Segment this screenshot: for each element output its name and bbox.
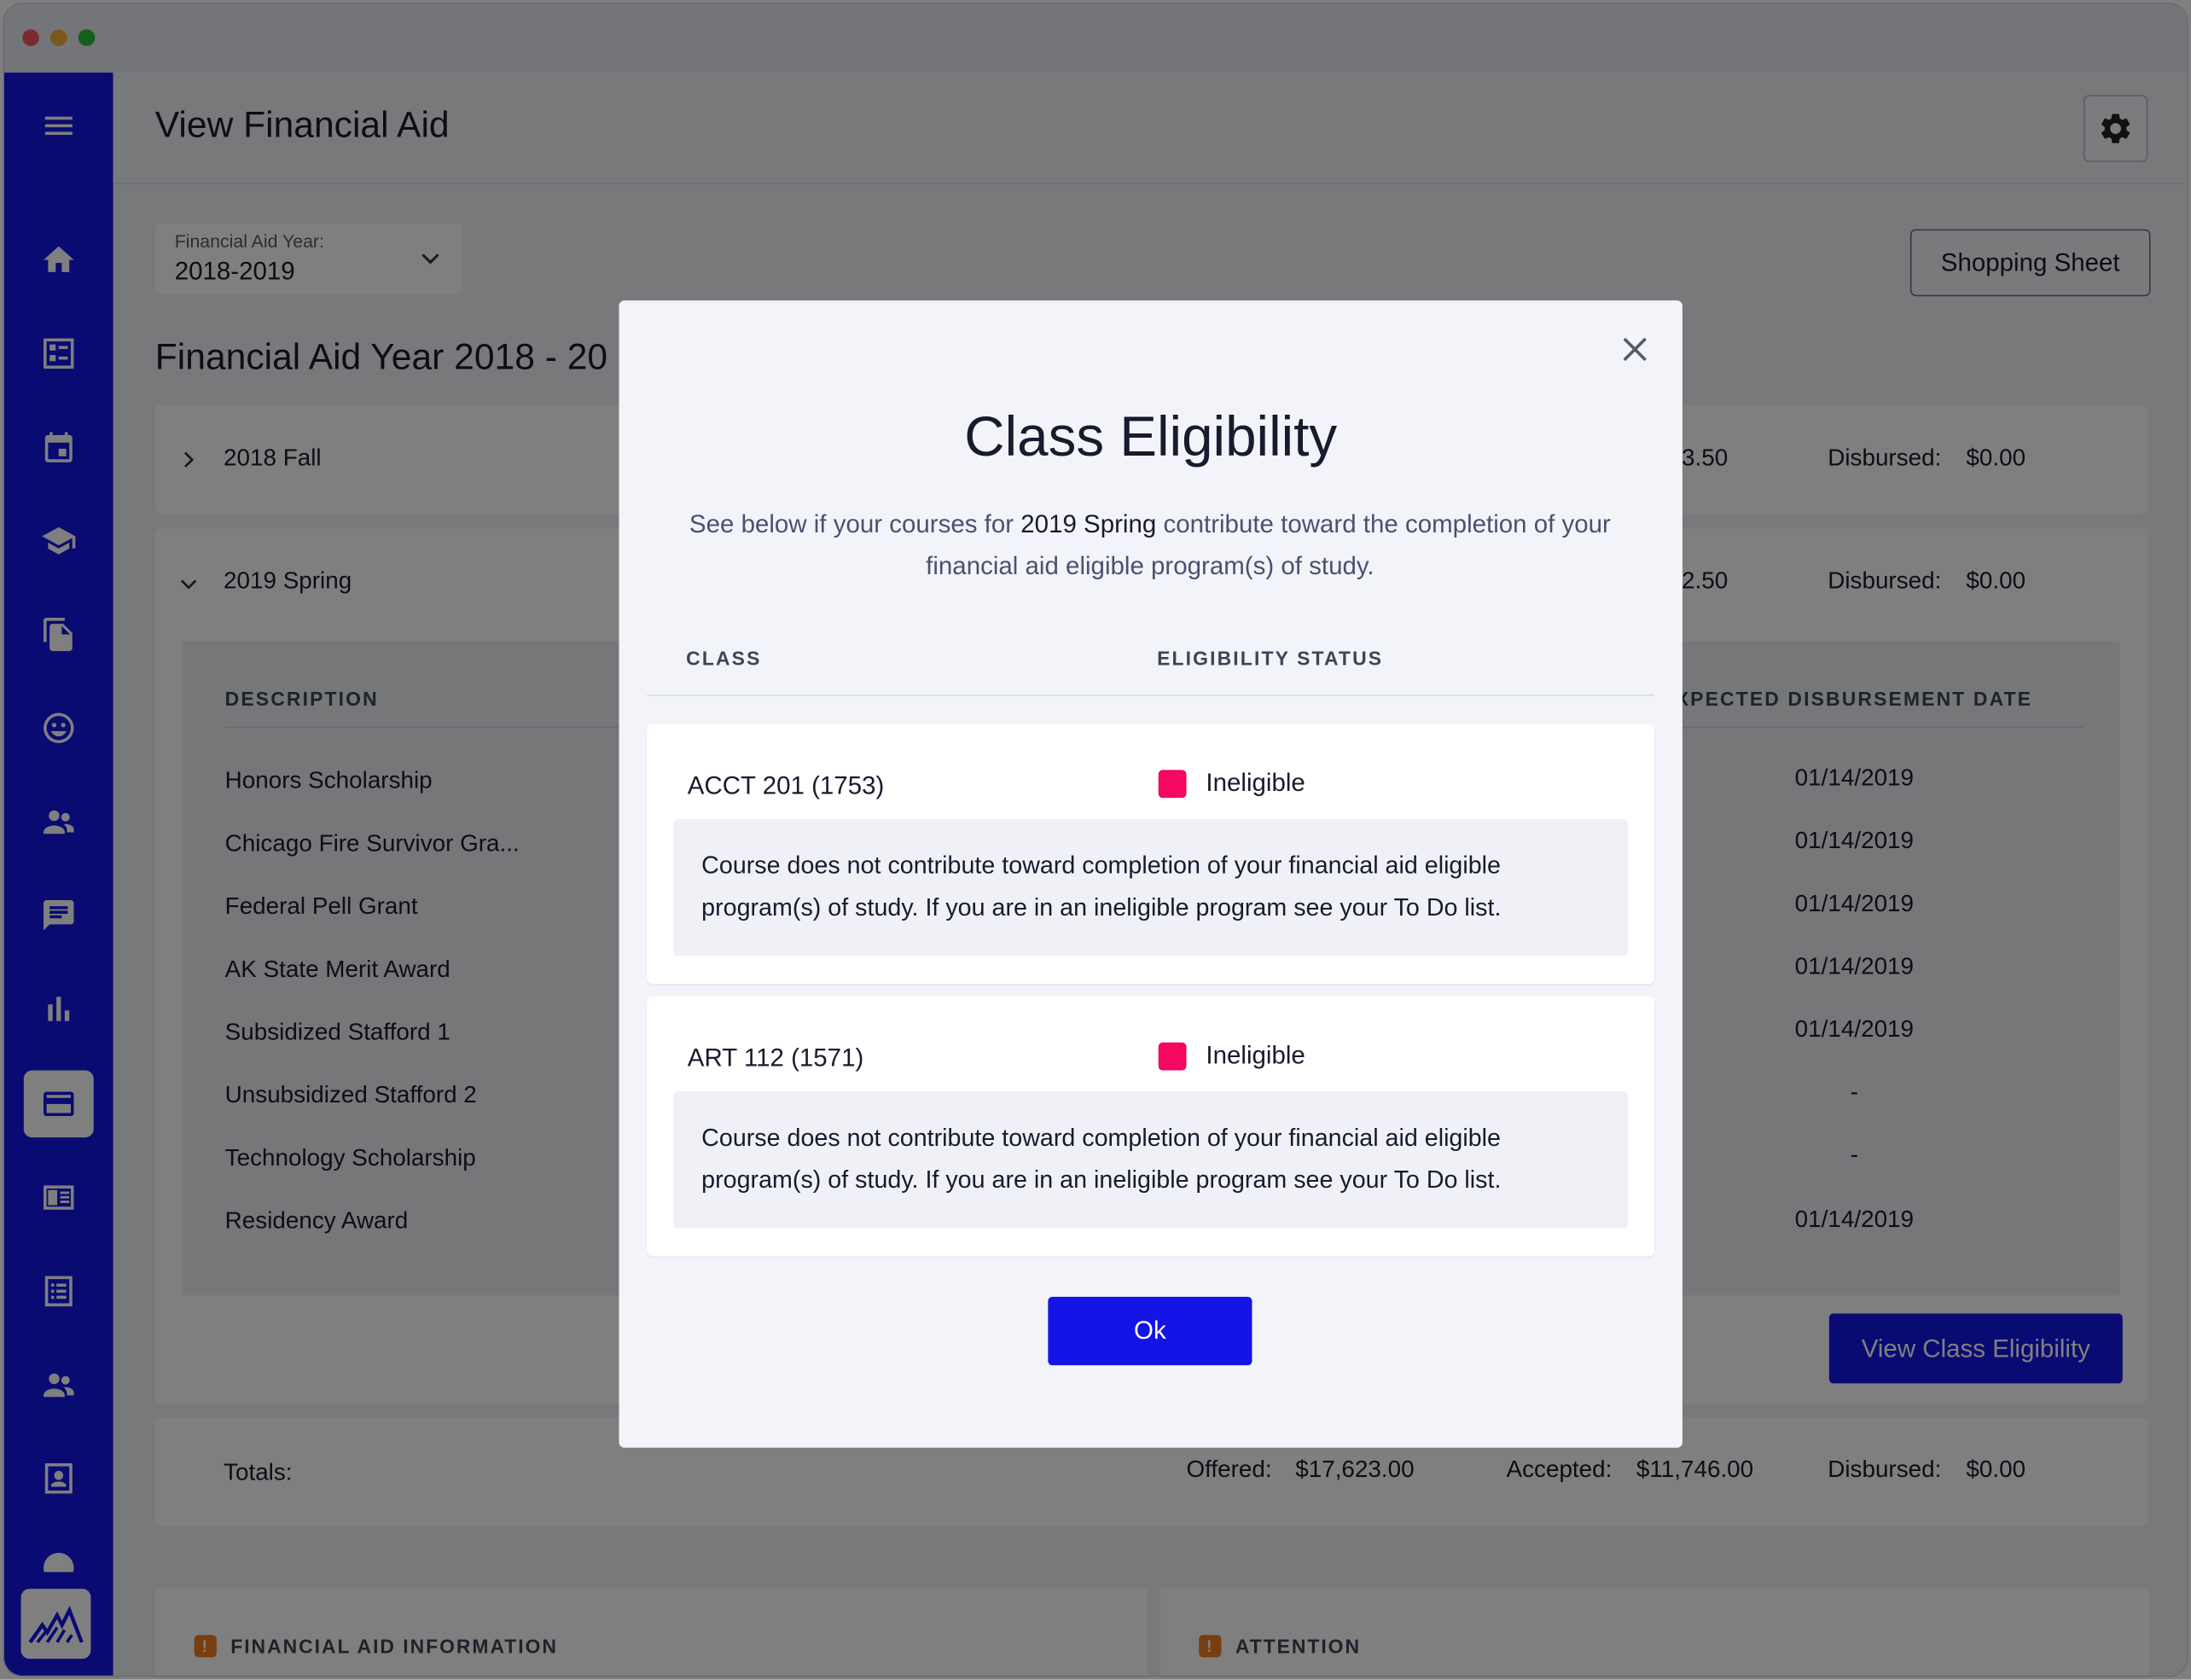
ok-button[interactable]: Ok xyxy=(1048,1296,1252,1366)
class-name: ACCT 201 (1753) xyxy=(687,771,885,799)
eligibility-note: Course does not contribute toward comple… xyxy=(673,1091,1629,1229)
class-card: ACCT 201 (1753) Ineligible Course does n… xyxy=(647,724,1655,985)
class-card: ART 112 (1571) Ineligible Course does no… xyxy=(647,996,1655,1257)
eligibility-status: Ineligible xyxy=(1158,1041,1305,1070)
column-header-class: CLASS xyxy=(686,647,762,670)
term-name: 2019 Spring xyxy=(1020,509,1157,538)
class-name: ART 112 (1571) xyxy=(687,1043,864,1073)
status-indicator xyxy=(1158,769,1187,798)
close-icon[interactable] xyxy=(1617,331,1653,368)
status-indicator xyxy=(1158,1041,1187,1070)
modal-description: See below if your courses for 2019 Sprin… xyxy=(689,509,1611,580)
eligibility-note: Course does not contribute toward comple… xyxy=(673,818,1629,956)
class-eligibility-modal: Class Eligibility See below if your cour… xyxy=(619,300,1682,1448)
eligibility-status: Ineligible xyxy=(1158,769,1305,798)
modal-title: Class Eligibility xyxy=(964,406,1338,468)
column-header-eligibility-status: ELIGIBILITY STATUS xyxy=(1157,647,1384,670)
header-divider xyxy=(647,694,1655,696)
